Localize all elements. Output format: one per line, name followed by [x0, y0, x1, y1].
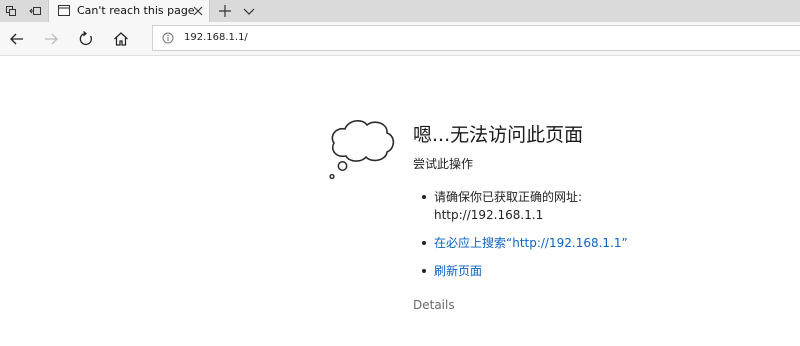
suggestion-list: 请确保你已获取正确的网址: http://192.168.1.1 在必应上搜索“… — [413, 188, 628, 280]
new-tab-icon[interactable] — [217, 3, 233, 19]
set-tabs-aside-button[interactable] — [0, 0, 22, 22]
refresh-page-link[interactable]: 刷新页面 — [434, 264, 482, 278]
tab-title: Can't reach this page — [77, 4, 195, 17]
forward-arrow-icon[interactable] — [42, 30, 60, 48]
search-bing-link[interactable]: 在必应上搜索“http://192.168.1.1” — [434, 236, 628, 250]
address-bar[interactable]: 192.168.1.1/ — [152, 25, 800, 51]
tab-preview-chevron-icon[interactable] — [241, 3, 257, 19]
suggestion-search: 在必应上搜索“http://192.168.1.1” — [413, 234, 628, 252]
details-link[interactable]: Details — [413, 298, 455, 312]
back-arrow-icon[interactable] — [8, 30, 26, 48]
suggestion-check-address-label: 请确保你已获取正确的网址: — [434, 190, 583, 204]
error-subtitle: 尝试此操作 — [413, 157, 474, 171]
suggestion-refresh: 刷新页面 — [413, 262, 628, 280]
home-icon[interactable] — [112, 30, 130, 48]
thinking-cloud-icon — [329, 120, 395, 180]
suggestion-check-address-url: http://192.168.1.1 — [434, 208, 544, 222]
set-tabs-aside-icon — [6, 6, 16, 16]
error-title: 嗯...无法访问此页面 — [413, 124, 584, 146]
close-icon[interactable] — [191, 4, 205, 18]
active-tab[interactable]: Can't reach this page — [48, 0, 210, 22]
restore-tabs-icon — [29, 7, 41, 15]
page-icon — [58, 5, 70, 16]
suggestion-check-address: 请确保你已获取正确的网址: http://192.168.1.1 — [413, 188, 628, 224]
tab-strip: Can't reach this page — [0, 0, 800, 22]
info-icon[interactable] — [162, 32, 174, 44]
refresh-icon[interactable] — [77, 30, 95, 48]
navigation-toolbar: 192.168.1.1/ — [0, 22, 800, 56]
address-url[interactable]: 192.168.1.1/ — [184, 32, 248, 43]
restore-tabs-button[interactable] — [24, 0, 46, 22]
